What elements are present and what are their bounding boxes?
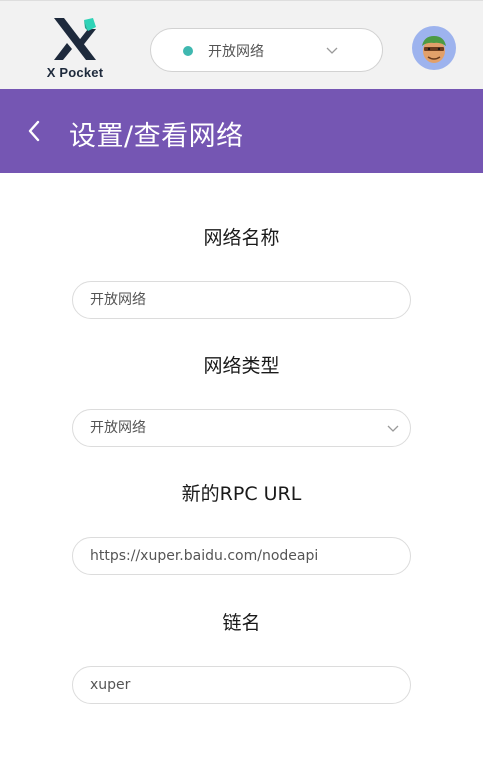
chain-name-input[interactable]: xuper xyxy=(72,666,411,704)
x-logo-icon xyxy=(54,18,96,60)
rpc-url-label: 新的RPC URL xyxy=(181,483,302,505)
chevron-down-icon xyxy=(387,425,399,432)
network-type-label: 网络类型 xyxy=(203,355,280,377)
chevron-left-icon[interactable] xyxy=(22,117,48,145)
x-pocket-logo[interactable]: X Pocket xyxy=(44,15,108,81)
network-selector-label: 开放网络 xyxy=(208,44,264,60)
network-status-dot xyxy=(183,46,193,56)
chevron-down-icon xyxy=(326,47,338,54)
network-type-value: 开放网络 xyxy=(90,420,146,436)
logo-text: X Pocket xyxy=(46,65,104,80)
avatar-face-icon xyxy=(422,36,446,63)
network-selector[interactable]: 开放网络 xyxy=(150,28,383,72)
top-bar: X Pocket 开放网络 xyxy=(0,0,483,89)
avatar[interactable] xyxy=(412,26,456,70)
page-title: 设置/查看网络 xyxy=(69,121,244,152)
rpc-url-input[interactable]: https://xuper.baidu.com/nodeapi xyxy=(72,537,411,575)
network-name-input[interactable]: 开放网络 xyxy=(72,281,411,319)
chain-name-label: 链名 xyxy=(222,612,261,634)
network-name-label: 网络名称 xyxy=(203,227,280,249)
network-type-select[interactable]: 开放网络 xyxy=(72,409,411,447)
page-header: 设置/查看网络 xyxy=(0,89,483,173)
